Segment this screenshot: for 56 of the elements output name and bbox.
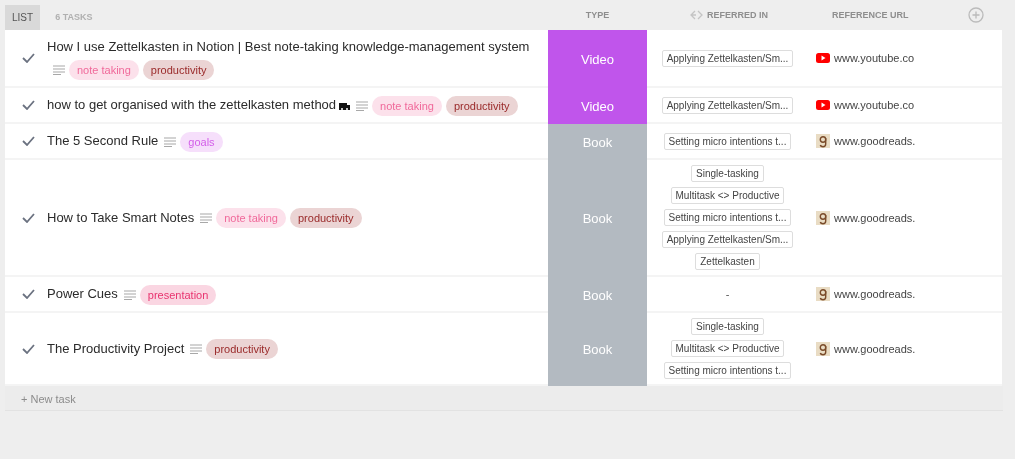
view-tab[interactable]: LIST	[5, 5, 41, 30]
reference-chip[interactable]: Single-tasking	[691, 318, 764, 335]
task-title[interactable]: How to Take Smart Notes	[47, 206, 195, 229]
reference-chip[interactable]: Setting micro intentions t...	[663, 132, 792, 150]
reference-chip[interactable]: Setting micro intentions t...	[663, 209, 792, 226]
task-count: 6 TASKS	[55, 11, 93, 24]
url-link[interactable]: www.youtube.co	[834, 99, 915, 111]
reference-chip[interactable]: Multitask <> Productive	[670, 340, 785, 357]
notes-icon	[190, 344, 203, 355]
type-cell: Book	[548, 160, 647, 277]
notes-icon	[53, 64, 65, 75]
type-cell: Book	[548, 313, 647, 386]
letter-icon	[816, 134, 830, 148]
empty-value: -	[725, 288, 730, 300]
reference-chip[interactable]: Setting micro intentions t...	[663, 362, 792, 379]
reference-chip[interactable]: Applying Zettelkasten/Sm...	[661, 49, 794, 67]
reference-chip[interactable]: Zettelkasten	[695, 253, 760, 270]
tag[interactable]: productivity	[290, 208, 362, 229]
emoji-icon	[339, 101, 351, 111]
play-icon	[816, 100, 830, 110]
url-link[interactable]: www.goodreads.	[834, 342, 916, 355]
url-link[interactable]: www.goodreads.	[834, 211, 916, 224]
task-title[interactable]: The Productivity Project	[47, 337, 185, 360]
reference-chip[interactable]: Multitask <> Productive	[670, 187, 785, 204]
check-icon[interactable]	[22, 100, 35, 110]
letter-icon	[816, 287, 830, 301]
check-icon[interactable]	[22, 343, 35, 354]
tag[interactable]: productivity	[142, 59, 215, 80]
url-link[interactable]: www.youtube.co	[834, 52, 915, 64]
task-title[interactable]: Power Cues	[47, 283, 118, 305]
task-title[interactable]: The 5 Second Rule	[47, 130, 159, 152]
notes-icon	[123, 289, 136, 300]
url-link[interactable]: www.goodreads.	[834, 135, 916, 147]
notes-icon	[200, 213, 213, 224]
reference-chip[interactable]: Applying Zettelkasten/Sm...	[661, 231, 794, 248]
type-cell: Video	[548, 30, 647, 88]
notes-icon	[356, 100, 369, 111]
tag[interactable]: productivity	[206, 339, 278, 360]
arrows-icon	[690, 10, 703, 20]
type-cell: Book	[548, 124, 647, 160]
reference-chip[interactable]: Applying Zettelkasten/Sm...	[661, 96, 794, 114]
url-link[interactable]: www.goodreads.	[834, 288, 916, 300]
type-cell: Video	[548, 88, 647, 124]
check-icon[interactable]	[22, 289, 35, 299]
tag[interactable]: productivity	[445, 95, 518, 116]
reference-chip[interactable]: Single-tasking	[691, 165, 764, 182]
letter-icon	[816, 341, 830, 356]
play-icon	[816, 53, 830, 63]
task-title[interactable]: How I use Zettelkasten in Notion | Best note-taking knowledge-management system	[47, 36, 530, 58]
check-icon[interactable]	[22, 53, 35, 63]
check-icon[interactable]	[22, 136, 35, 146]
notes-icon	[164, 136, 177, 147]
letter-icon	[816, 210, 830, 225]
type-cell: Book	[548, 277, 647, 313]
task-title[interactable]: how to get organised with the zettelkasten method	[47, 94, 337, 116]
check-icon[interactable]	[22, 212, 35, 223]
